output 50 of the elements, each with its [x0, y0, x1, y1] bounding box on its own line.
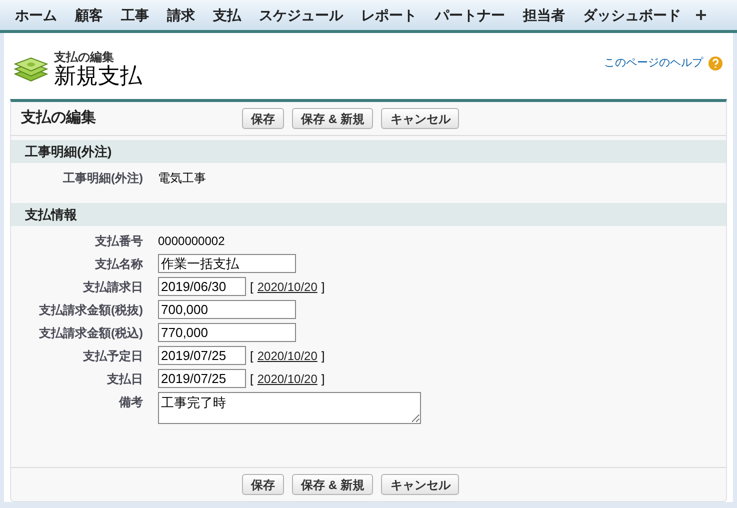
nav-tab[interactable]: ダッシュボード — [574, 4, 690, 26]
bracket-text: [ — [250, 348, 254, 364]
field-value: 0000000002 — [158, 232, 225, 250]
nav-tab[interactable]: 請求 — [158, 4, 204, 26]
today-link[interactable]: 2020/10/20 — [257, 370, 318, 388]
field-label: 支払名称 — [94, 256, 143, 273]
page-title: 新規支払 — [54, 65, 142, 87]
form-button[interactable]: キャンセル — [381, 108, 460, 129]
notes-field[interactable]: 工事完了時 — [158, 392, 421, 424]
panel-title: 支払の編集 — [21, 108, 97, 128]
field-label: 工事明細(外注) — [62, 170, 143, 187]
add-tab-icon[interactable] — [696, 10, 706, 20]
section-header: 支払情報 — [11, 203, 726, 226]
input-field[interactable]: 作業一括支払 — [158, 254, 296, 273]
field-label: 支払請求金額(税抜) — [38, 302, 143, 319]
date-field[interactable]: 2019/06/30 — [158, 277, 246, 296]
date-field[interactable]: 2019/07/25 — [158, 346, 246, 365]
field-value: 電気工事 — [158, 170, 206, 186]
nav-tab[interactable]: ホーム — [6, 4, 66, 26]
nav-tab[interactable]: 担当者 — [514, 4, 574, 26]
date-field[interactable]: 2019/07/25 — [158, 369, 246, 388]
nav-tab[interactable]: レポート — [352, 4, 426, 26]
field-label: 支払番号 — [94, 233, 143, 250]
bracket-text: ] — [321, 370, 325, 388]
field-label: 支払予定日 — [82, 348, 143, 365]
input-field[interactable]: 770,000 — [158, 323, 296, 342]
bracket-text: [ — [250, 278, 254, 296]
today-link[interactable]: 2020/10/20 — [257, 278, 318, 296]
page-subtitle: 支払の編集 — [54, 51, 115, 63]
bracket-text: ] — [321, 348, 325, 364]
form-button[interactable]: キャンセル — [381, 474, 460, 495]
bracket-text: ] — [321, 278, 325, 296]
input-field[interactable]: 700,000 — [158, 300, 296, 319]
nav-tab[interactable]: 支払 — [204, 4, 250, 26]
form-button[interactable]: 保存 & 新規 — [292, 474, 374, 495]
nav-tab[interactable]: 工事 — [112, 4, 158, 26]
field-label: 支払請求金額(税込) — [38, 325, 143, 342]
nav-tab[interactable]: スケジュール — [250, 4, 352, 26]
field-label: 備考 — [118, 394, 143, 411]
form-button[interactable]: 保存 & 新規 — [292, 108, 374, 129]
form-button[interactable]: 保存 — [242, 474, 284, 495]
form-button[interactable]: 保存 — [242, 108, 284, 129]
today-link[interactable]: 2020/10/20 — [257, 346, 318, 364]
field-label: 支払日 — [106, 371, 143, 388]
field-label: 支払請求日 — [82, 279, 143, 296]
nav-tab[interactable]: パートナー — [426, 4, 514, 26]
nav-tab[interactable]: 顧客 — [66, 4, 112, 26]
help-link[interactable]: このページのヘルプ — [604, 55, 703, 72]
bracket-text: [ — [250, 370, 254, 388]
section-header: 工事明細(外注) — [11, 140, 726, 163]
